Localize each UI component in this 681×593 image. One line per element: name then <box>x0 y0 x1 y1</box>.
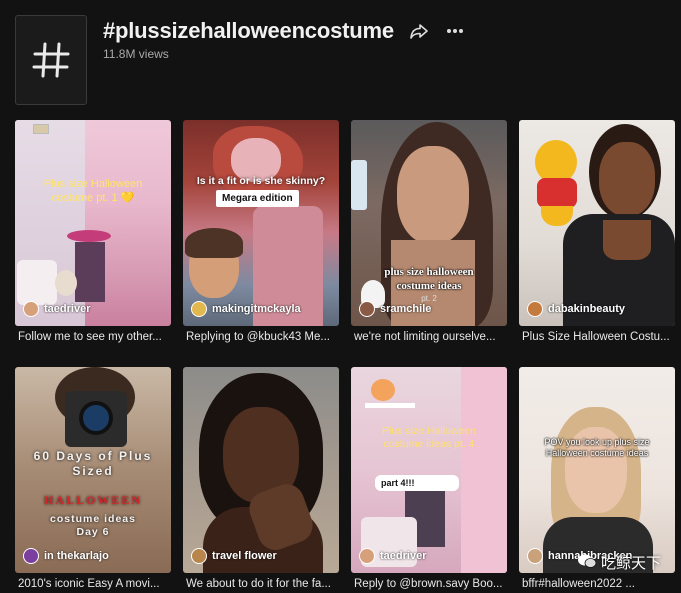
video-caption[interactable]: Reply to @brown.savy Boo... <box>354 578 507 590</box>
video-author: sramchile <box>359 301 431 317</box>
video-author: in thekarlajo <box>23 548 109 564</box>
video-thumbnail[interactable]: POV you look up plus size Halloween cost… <box>519 367 675 573</box>
video-overlay-subtext: costume ideas Day 6 <box>50 513 136 539</box>
author-name: sramchile <box>380 303 432 315</box>
video-overlay-text: 60 Days of Plus Sized <box>33 449 153 478</box>
video-caption[interactable]: Replying to @kbuck43 Me... <box>186 331 339 343</box>
hashtag-icon <box>15 15 87 105</box>
video-thumbnail[interactable]: 60 Days of Plus Sized HALLOWEEN costume … <box>15 367 171 573</box>
video-thumbnail[interactable]: Plus size Halloween costume ideas pt. 4 … <box>351 367 507 573</box>
video-overlay-text: POV you look up plus size Halloween cost… <box>544 437 650 459</box>
video-thumbnail[interactable]: travel flower <box>183 367 339 573</box>
video-thumbnail[interactable]: dabakinbeauty <box>519 120 675 326</box>
avatar <box>359 301 375 317</box>
author-name: makingitmckayla <box>212 303 301 315</box>
video-caption[interactable]: bffr#halloween2022 ... <box>522 578 675 590</box>
video-author: taedriver <box>359 548 426 564</box>
author-name: travel flower <box>212 550 277 562</box>
page-title: #plussizehalloweencostume <box>103 18 394 43</box>
video-caption[interactable]: we're not limiting ourselve... <box>354 331 507 343</box>
video-thumbnail[interactable]: Plus size Halloween costume pt. 1 💛 taed… <box>15 120 171 326</box>
video-author: dabakinbeauty <box>527 301 625 317</box>
pumpkin-icon <box>371 379 395 401</box>
video-sticker: part 4!!! <box>375 475 459 491</box>
video-overlay-accent: HALLOWEEN <box>43 493 142 507</box>
hashtag-glyph <box>32 42 70 78</box>
wechat-icon <box>577 553 597 573</box>
video-overlay-text: Plus size Halloween costume pt. 1 💛 <box>43 178 143 204</box>
avatar <box>23 548 39 564</box>
video-author: makingitmckayla <box>191 301 301 317</box>
video-author: travel flower <box>191 548 277 564</box>
avatar <box>191 548 207 564</box>
author-name: taedriver <box>380 550 427 562</box>
avatar <box>527 301 543 317</box>
video-author: taedriver <box>23 301 90 317</box>
avatar <box>359 548 375 564</box>
title-row: #plussizehalloweencostume <box>103 18 466 44</box>
avatar <box>23 301 39 317</box>
watermark: 吃鲸天下 <box>577 552 661 573</box>
watermark-text: 吃鲸天下 <box>600 555 661 572</box>
video-caption[interactable]: Follow me to see my other... <box>18 331 171 343</box>
author-name: taedriver <box>44 303 91 315</box>
video-thumbnail[interactable]: plus size halloween costume ideas pt. 2 … <box>351 120 507 326</box>
video-overlay-text: Is it a fit or is she skinny? <box>196 175 326 187</box>
tag-header: #plussizehalloweencostume 11.8M views <box>15 15 665 105</box>
video-caption[interactable]: Plus Size Halloween Costu... <box>522 331 675 343</box>
video-caption[interactable]: 2010's iconic Easy A movi... <box>18 578 171 590</box>
view-count: 11.8M views <box>103 47 169 61</box>
video-caption[interactable]: We about to do it for the fa... <box>186 578 339 590</box>
avatar <box>527 548 543 564</box>
video-sticker: Megara edition <box>216 190 299 207</box>
more-dots-icon[interactable] <box>444 20 466 42</box>
video-overlay-text: Plus size Halloween costume ideas pt. 4 <box>382 425 476 451</box>
author-name: in thekarlajo <box>44 550 109 562</box>
avatar <box>191 301 207 317</box>
author-name: dabakinbeauty <box>548 303 626 315</box>
video-thumbnail[interactable]: Is it a fit or is she skinny? Megara edi… <box>183 120 339 326</box>
share-arrow-icon[interactable] <box>408 20 430 42</box>
